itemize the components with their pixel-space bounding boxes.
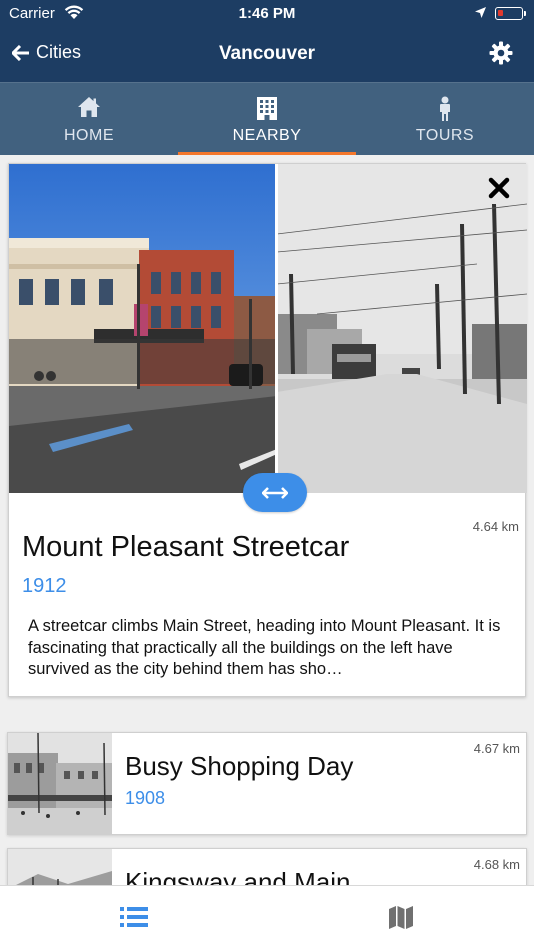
photo-historic: [277, 164, 527, 493]
featured-description: A streetcar climbs Main Street, heading …: [28, 617, 501, 678]
tab-home[interactable]: HOME: [0, 83, 178, 155]
list-item-thumbnail: [8, 849, 112, 885]
list-view-button[interactable]: [120, 906, 148, 933]
list-item-distance: 4.68 km: [473, 857, 520, 872]
status-bar: Carrier 1:46 PM: [0, 0, 534, 28]
page-title: Vancouver: [218, 43, 316, 64]
map-icon: [389, 906, 413, 929]
location-arrow-icon: [474, 6, 487, 24]
featured-distance: 4.64 km: [472, 519, 519, 534]
featured-card[interactable]: 4.64 km Mount Pleasant Streetcar 1912 A …: [8, 163, 527, 697]
navigation-bar: Cities Vancouver: [0, 28, 534, 82]
battery-icon: [495, 7, 523, 20]
home-icon: [0, 96, 178, 118]
gear-icon: [489, 41, 513, 65]
tab-home-label: HOME: [64, 127, 114, 144]
tab-tours[interactable]: TOURS: [356, 83, 534, 155]
list-item-thumbnail: [8, 733, 112, 834]
close-button[interactable]: [487, 176, 511, 205]
list-icon: [120, 907, 148, 927]
list-item-title: Busy Shopping Day: [125, 751, 354, 781]
person-icon: [356, 96, 534, 122]
list-item-year: 1908: [125, 788, 166, 808]
list-item-distance: 4.67 km: [473, 741, 520, 756]
map-view-button[interactable]: [388, 904, 414, 935]
tab-nearby[interactable]: NEARBY: [178, 83, 356, 155]
list-item[interactable]: 4.68 km Kingsway and Main: [7, 848, 527, 885]
featured-title: Mount Pleasant Streetcar: [22, 531, 350, 563]
photo-present-day: [9, 164, 277, 493]
tab-tours-label: TOURS: [415, 127, 475, 144]
tab-nearby-label: NEARBY: [232, 127, 302, 144]
building-icon: [178, 96, 356, 121]
clock: 1:46 PM: [238, 5, 296, 22]
tab-bar: HOME NEARBY TOURS: [0, 82, 534, 155]
then-now-comparison[interactable]: [9, 164, 527, 493]
horizontal-arrows-icon: [262, 486, 288, 499]
list-item[interactable]: 4.67 km Busy Shopping Day 1908: [7, 732, 527, 835]
settings-button[interactable]: [489, 41, 513, 70]
close-icon: [488, 177, 510, 199]
comparison-slider-handle[interactable]: [243, 473, 307, 512]
nearby-list[interactable]: 4.64 km Mount Pleasant Streetcar 1912 A …: [0, 155, 534, 885]
comparison-divider: [275, 164, 278, 493]
featured-year: 1912: [22, 575, 67, 597]
list-item-title: Kingsway and Main: [125, 867, 351, 885]
bottom-toolbar: [0, 885, 534, 950]
